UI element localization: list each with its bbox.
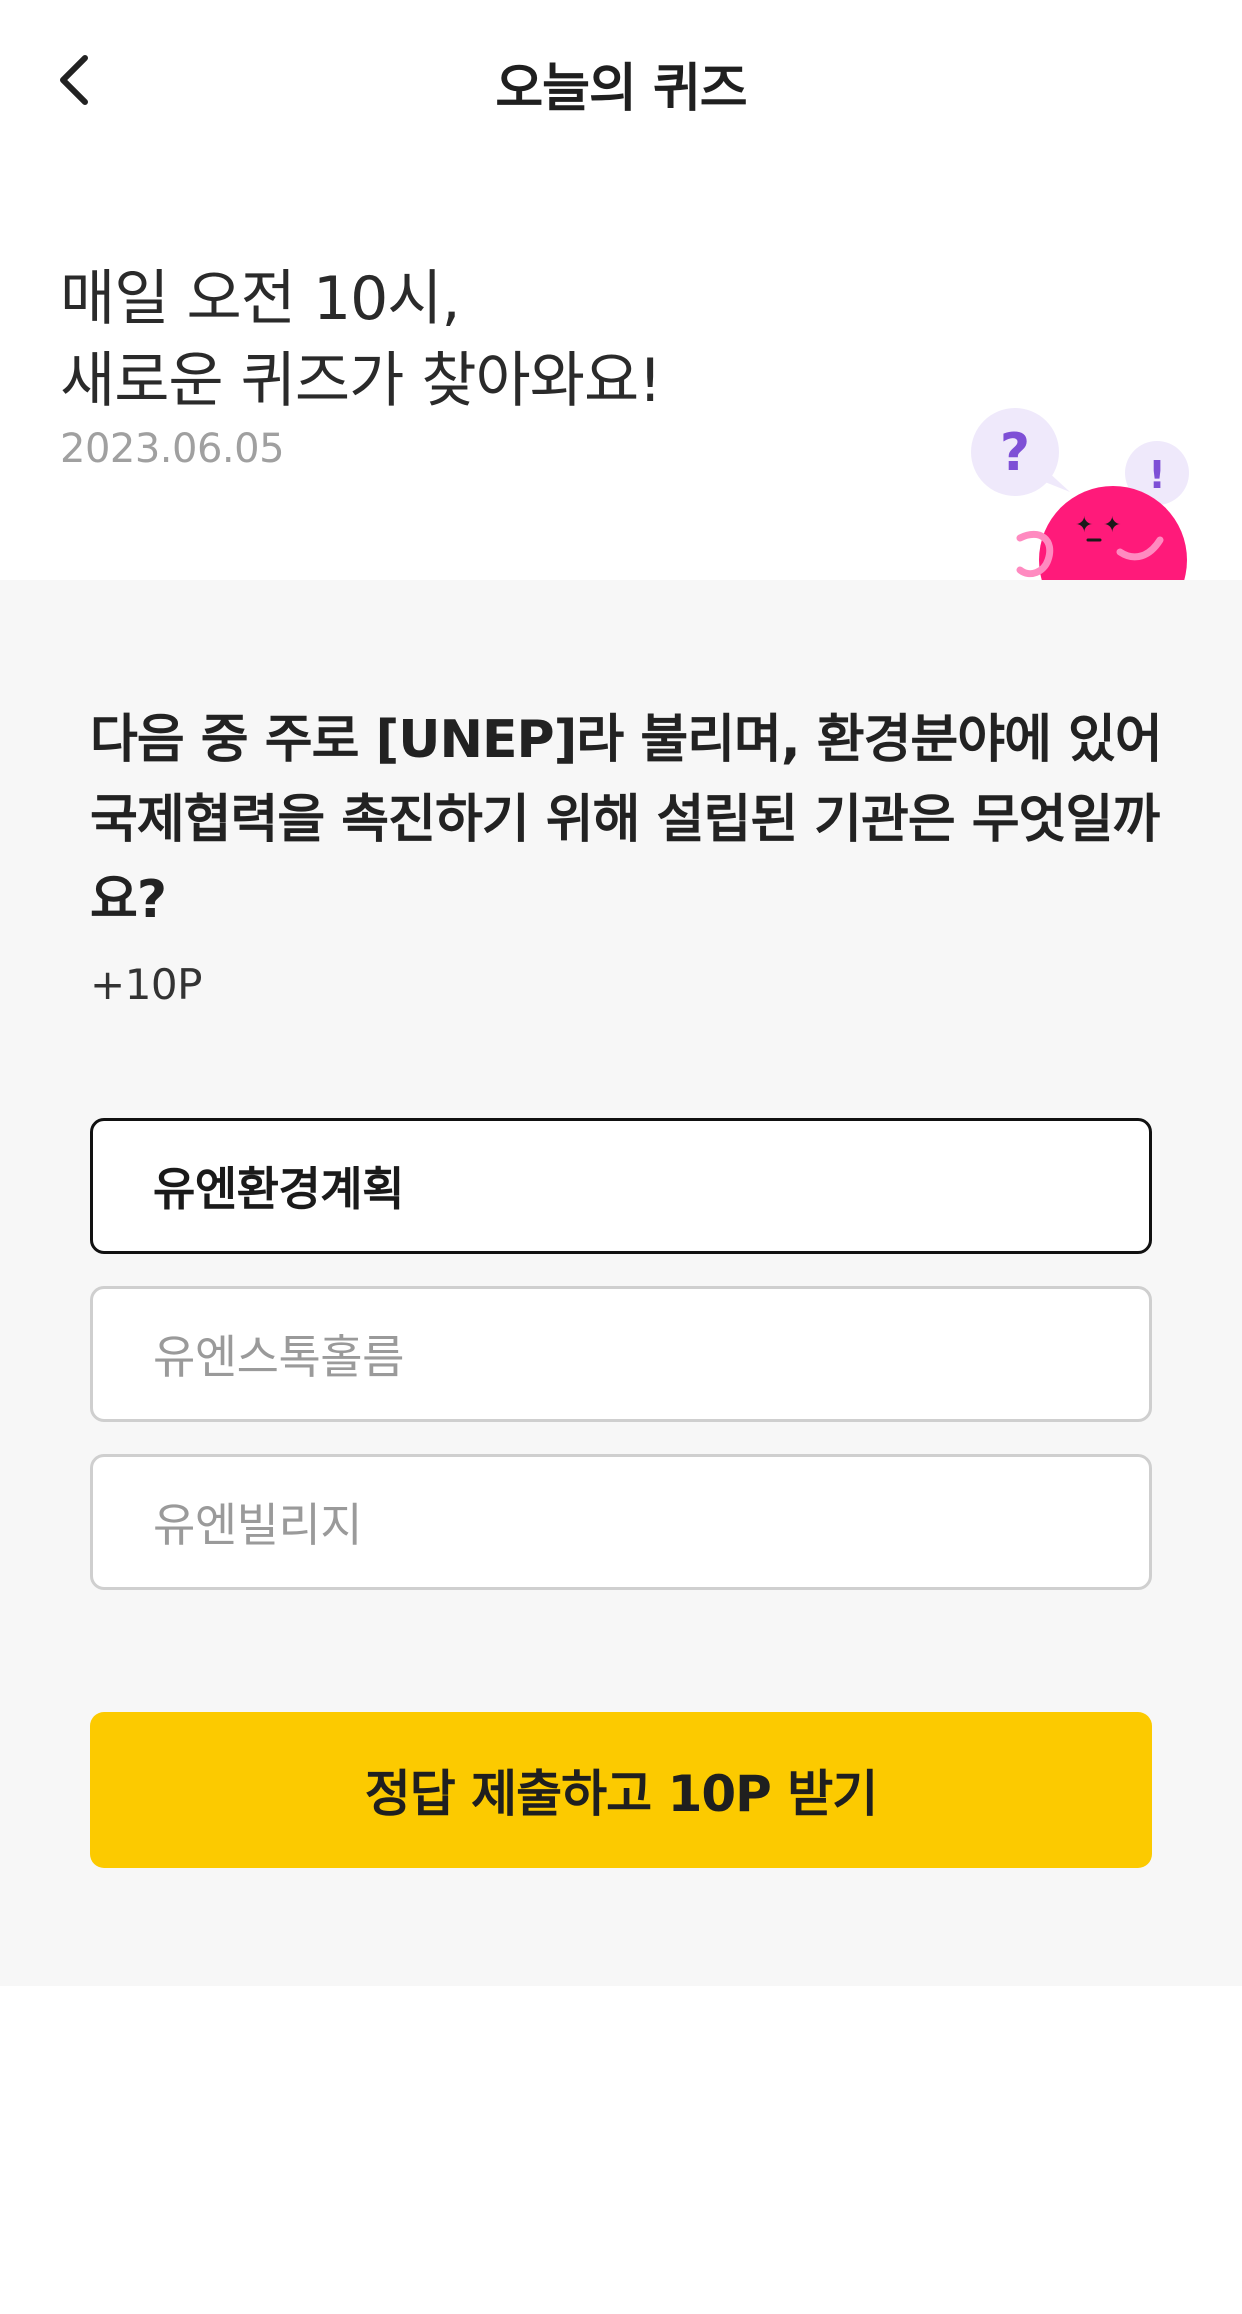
answer-option-1[interactable]: 유엔환경계획 [90,1118,1152,1254]
svg-text:✦: ✦ [1103,513,1121,538]
answer-option-2[interactable]: 유엔스톡홀름 [90,1286,1152,1422]
intro-line-2: 새로운 퀴즈가 찾아와요! [60,346,662,416]
answer-option-label: 유엔환경계획 [153,1162,404,1216]
points-reward: +10P [90,960,202,1009]
quiz-question: 다음 중 주로 [UNEP]라 불리며, 환경분야에 있어 국제협력을 촉진하기… [90,710,1163,930]
quiz-section: 다음 중 주로 [UNEP]라 불리며, 환경분야에 있어 국제협력을 촉진하기… [0,580,1242,1986]
answer-options: 유엔환경계획 유엔스톡홀름 유엔빌리지 [90,1118,1152,1622]
header: 오늘의 퀴즈 [0,0,1242,160]
quiz-page: 오늘의 퀴즈 매일 오전 10시, 새로운 퀴즈가 찾아와요! 2023.06.… [0,0,1242,2314]
mascot-illustration: ? ! ✦ ✦ [960,400,1200,580]
submit-answer-button[interactable]: 정답 제출하고 10P 받기 [90,1712,1152,1868]
svg-text:✦: ✦ [1075,513,1093,538]
answer-option-3[interactable]: 유엔빌리지 [90,1454,1152,1590]
exclamation-icon: ! [1148,453,1165,497]
answer-option-label: 유엔빌리지 [153,1498,363,1552]
answer-option-label: 유엔스톡홀름 [153,1330,404,1384]
intro: 매일 오전 10시, 새로운 퀴즈가 찾아와요! 2023.06.05 [60,258,960,472]
intro-line-1: 매일 오전 10시, [60,264,461,334]
page-title: 오늘의 퀴즈 [495,59,747,119]
quiz-date: 2023.06.05 [60,426,285,472]
question-mark-icon: ? [1000,423,1030,483]
